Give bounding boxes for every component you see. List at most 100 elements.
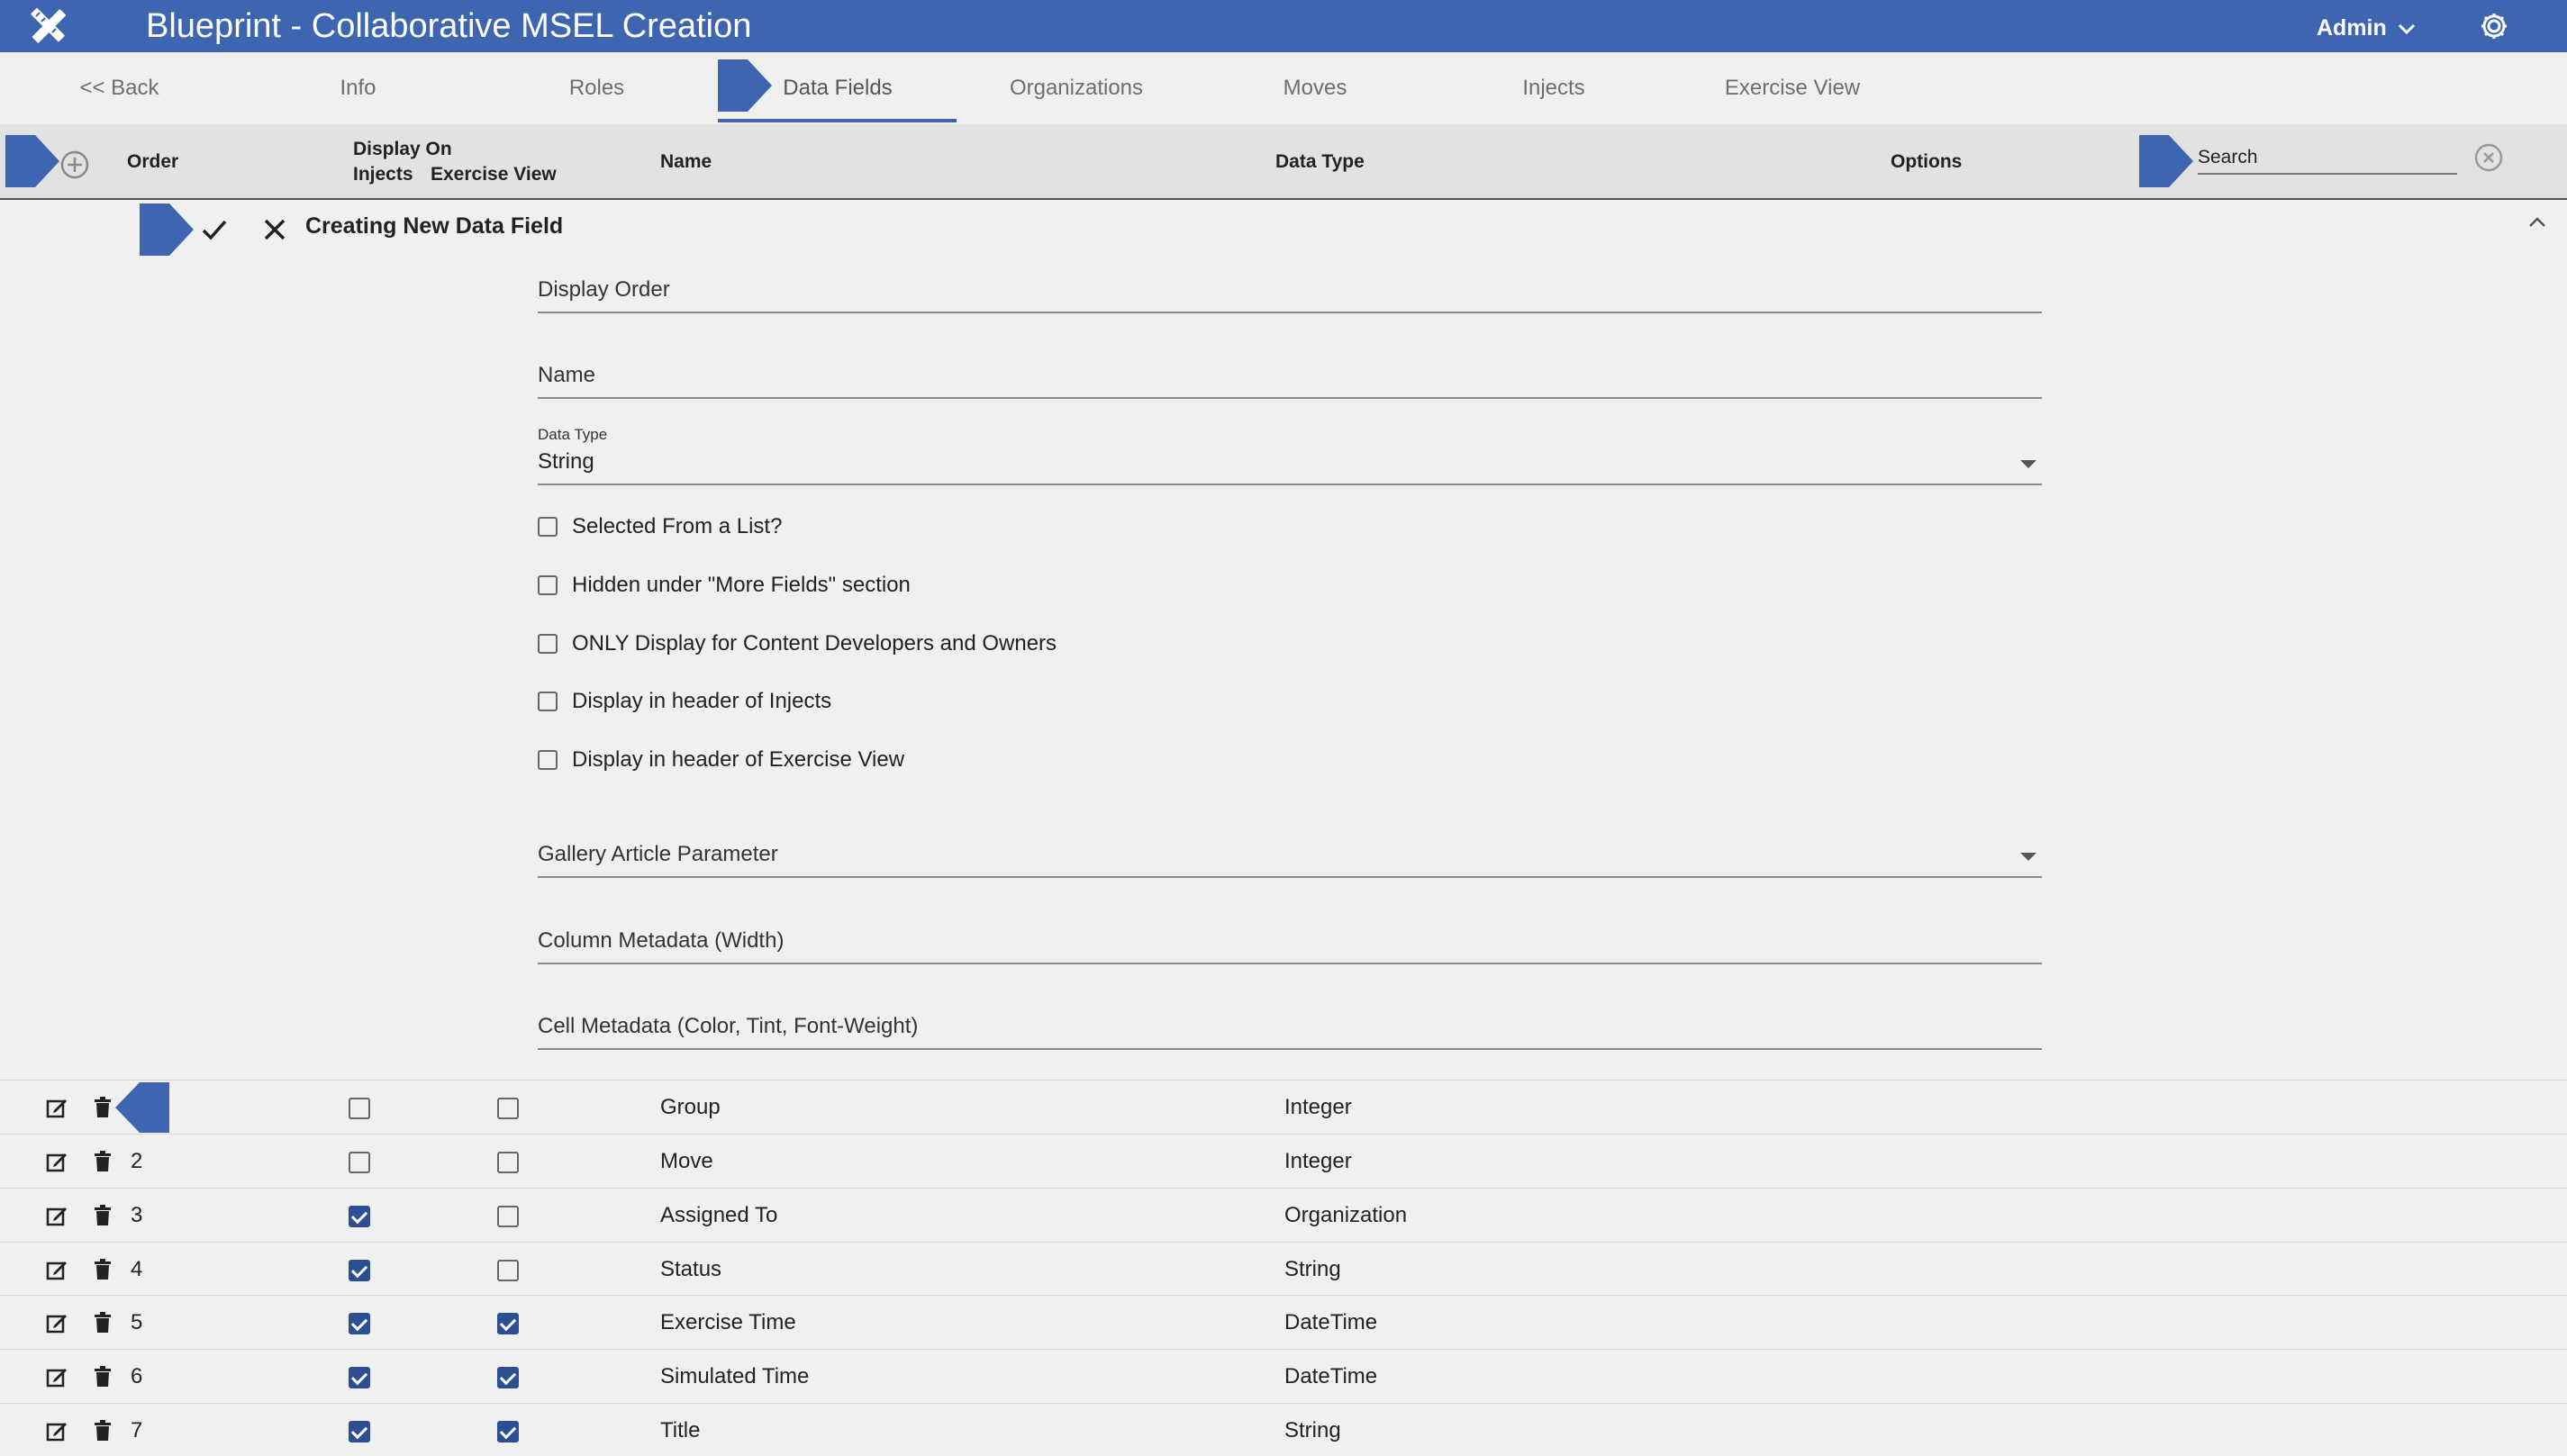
- data-type-value: String: [538, 449, 594, 474]
- table-row[interactable]: 4 Status String: [0, 1242, 2567, 1295]
- cell-metadata-label: Cell Metadata (Color, Tint, Font-Weight): [538, 1014, 919, 1038]
- row-name: Group: [660, 1095, 721, 1119]
- display-order-label: Display Order: [538, 277, 670, 302]
- row-name: Move: [660, 1149, 713, 1173]
- row-name: Exercise Time: [660, 1310, 796, 1334]
- gear-icon[interactable]: [2479, 11, 2509, 41]
- row-data-type: Integer: [1284, 1149, 1352, 1173]
- tab-moves[interactable]: Moves: [1243, 52, 1387, 124]
- exercise-view-checkbox[interactable]: [497, 1206, 519, 1227]
- tab-data-fields[interactable]: Data Fields: [775, 52, 901, 124]
- table-row[interactable]: 2 Move Integer: [0, 1134, 2567, 1187]
- injects-checkbox[interactable]: [349, 1421, 370, 1442]
- exercise-view-checkbox[interactable]: [497, 1260, 519, 1281]
- checkbox[interactable]: [538, 575, 558, 595]
- chevron-up-icon[interactable]: [2526, 211, 2549, 234]
- checkbox-header-injects[interactable]: Display in header of Injects: [538, 687, 831, 716]
- row-order: 7: [131, 1418, 143, 1442]
- data-type-select[interactable]: Data Type String: [538, 419, 2042, 485]
- table-row[interactable]: Group Integer: [0, 1080, 2567, 1133]
- edit-icon[interactable]: [45, 1151, 68, 1174]
- checkbox-hidden-more-fields[interactable]: Hidden under "More Fields" section: [538, 571, 911, 600]
- row-marker-icon: [115, 1082, 169, 1133]
- user-menu-label[interactable]: Admin: [2317, 14, 2387, 41]
- tab-roles[interactable]: Roles: [540, 52, 653, 124]
- injects-checkbox[interactable]: [349, 1260, 370, 1281]
- table-row[interactable]: 5 Exercise Time DateTime: [0, 1295, 2567, 1348]
- form-title: Creating New Data Field: [305, 213, 564, 239]
- row-name: Simulated Time: [660, 1364, 810, 1388]
- injects-checkbox[interactable]: [349, 1367, 370, 1388]
- chevron-down-icon[interactable]: [2396, 18, 2417, 40]
- checkbox[interactable]: [538, 517, 558, 537]
- edit-icon[interactable]: [45, 1205, 68, 1228]
- close-icon[interactable]: [261, 216, 288, 243]
- trash-icon[interactable]: [91, 1258, 114, 1281]
- display-order-field[interactable]: Display Order: [538, 263, 2042, 313]
- active-tab-indicator: [718, 119, 957, 122]
- tab-organizations[interactable]: Organizations: [991, 52, 1162, 124]
- tab-injects[interactable]: Injects: [1482, 52, 1626, 124]
- header-options: Options: [1891, 151, 1963, 172]
- tab-exercise-view[interactable]: Exercise View: [1711, 52, 1873, 124]
- search-input[interactable]: [2198, 142, 2457, 175]
- table-row[interactable]: 7 Title String: [0, 1403, 2567, 1456]
- edit-icon[interactable]: [45, 1366, 68, 1389]
- clear-circle-icon[interactable]: [2473, 142, 2504, 173]
- exercise-view-checkbox[interactable]: [497, 1421, 519, 1442]
- name-field[interactable]: Name: [538, 348, 2042, 399]
- checkbox-selected-from-list[interactable]: Selected From a List?: [538, 512, 782, 541]
- pencil-ruler-icon[interactable]: [25, 4, 70, 49]
- edit-icon[interactable]: [45, 1097, 68, 1120]
- column-metadata-field[interactable]: Column Metadata (Width): [538, 914, 2042, 964]
- checkbox-label: ONLY Display for Content Developers and …: [572, 631, 1057, 656]
- injects-checkbox[interactable]: [349, 1098, 370, 1119]
- add-circle-icon[interactable]: [59, 149, 90, 180]
- row-data-type: DateTime: [1284, 1364, 1378, 1388]
- checkbox[interactable]: [538, 750, 558, 770]
- exercise-view-checkbox[interactable]: [497, 1367, 519, 1388]
- checkbox-header-exercise-view[interactable]: Display in header of Exercise View: [538, 746, 904, 774]
- trash-icon[interactable]: [91, 1419, 114, 1442]
- edit-icon[interactable]: [45, 1259, 68, 1282]
- tab-back[interactable]: << Back: [54, 52, 185, 124]
- tab-info[interactable]: Info: [302, 52, 414, 124]
- edit-icon[interactable]: [45, 1312, 68, 1335]
- trash-icon[interactable]: [91, 1150, 114, 1173]
- injects-checkbox[interactable]: [349, 1206, 370, 1227]
- header-injects[interactable]: Injects: [353, 164, 413, 185]
- exercise-view-checkbox[interactable]: [497, 1152, 519, 1173]
- trash-icon[interactable]: [91, 1204, 114, 1227]
- header-data-type[interactable]: Data Type: [1275, 151, 1365, 173]
- checkbox[interactable]: [538, 634, 558, 654]
- row-data-type: DateTime: [1284, 1310, 1378, 1334]
- gallery-article-parameter-select[interactable]: Gallery Article Parameter: [538, 808, 2042, 878]
- checkbox-label: Selected From a List?: [572, 514, 783, 538]
- exercise-view-checkbox[interactable]: [497, 1313, 519, 1334]
- checkbox-label: Display in header of Exercise View: [572, 747, 905, 772]
- header-order[interactable]: Order: [127, 151, 178, 173]
- table-row[interactable]: 3 Assigned To Organization: [0, 1188, 2567, 1241]
- injects-checkbox[interactable]: [349, 1152, 370, 1173]
- exercise-view-checkbox[interactable]: [497, 1098, 519, 1119]
- row-data-type: Organization: [1284, 1203, 1408, 1227]
- header-exercise-view[interactable]: Exercise View: [431, 164, 557, 185]
- injects-checkbox[interactable]: [349, 1313, 370, 1334]
- edit-icon[interactable]: [45, 1420, 68, 1443]
- row-order: 2: [131, 1149, 143, 1173]
- trash-icon[interactable]: [91, 1096, 114, 1119]
- new-data-field-form: Creating New Data Field Display Order Na…: [0, 200, 2567, 1079]
- checkbox-only-content-developers[interactable]: ONLY Display for Content Developers and …: [538, 629, 1057, 658]
- data-type-label: Data Type: [538, 426, 608, 443]
- row-data-type: Integer: [1284, 1095, 1352, 1119]
- column-metadata-label: Column Metadata (Width): [538, 928, 785, 953]
- check-icon[interactable]: [200, 215, 229, 244]
- row-order: 4: [131, 1257, 143, 1281]
- trash-icon[interactable]: [91, 1365, 114, 1388]
- table-row[interactable]: 6 Simulated Time DateTime: [0, 1349, 2567, 1402]
- header-name[interactable]: Name: [660, 151, 712, 173]
- trash-icon[interactable]: [91, 1311, 114, 1334]
- checkbox[interactable]: [538, 692, 558, 711]
- name-label: Name: [538, 363, 596, 387]
- cell-metadata-field[interactable]: Cell Metadata (Color, Tint, Font-Weight): [538, 999, 2042, 1050]
